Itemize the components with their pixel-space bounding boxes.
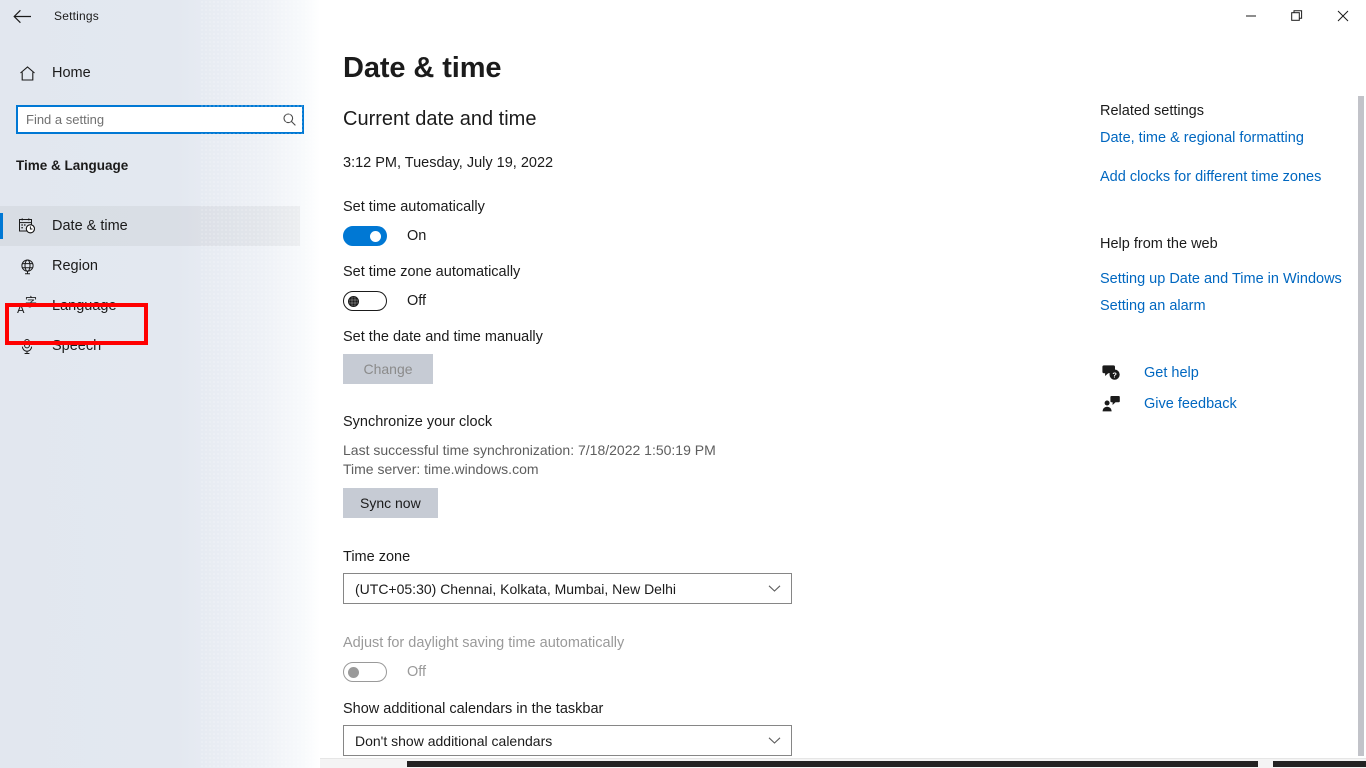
search-input[interactable] (18, 107, 276, 132)
selection-accent-bar (0, 213, 3, 239)
toggle-switch-off[interactable] (343, 291, 387, 311)
globe-icon (16, 258, 38, 275)
help-from-web-header: Help from the web (1100, 236, 1218, 252)
set-time-automatically-toggle[interactable]: On (343, 226, 426, 246)
set-manually-label: Set the date and time manually (343, 329, 543, 345)
vertical-scrollbar[interactable] (1358, 96, 1364, 756)
sidebar-item-home[interactable]: Home (0, 56, 300, 90)
sidebar-item-label: Language (52, 298, 117, 314)
additional-calendars-label: Show additional calendars in the taskbar (343, 701, 604, 717)
link-add-clocks-time-zones[interactable]: Add clocks for different time zones (1100, 169, 1321, 185)
app-title: Settings (54, 9, 99, 23)
sidebar-item-label: Region (52, 258, 98, 274)
language-icon: A 字 (17, 295, 37, 316)
last-sync-text: Last successful time synchronization: 7/… (343, 442, 716, 458)
chevron-down-icon (768, 584, 781, 593)
title-bar-left: Settings (0, 0, 320, 32)
sidebar-item-date-time[interactable]: Date & time (0, 206, 300, 246)
current-date-time-heading: Current date and time (343, 108, 537, 130)
get-help-label[interactable]: Get help (1144, 365, 1199, 381)
calendar-clock-icon (16, 217, 38, 235)
link-date-time-regional-formatting[interactable]: Date, time & regional formatting (1100, 130, 1304, 146)
change-button[interactable]: Change (343, 354, 433, 384)
window-controls (1228, 0, 1366, 32)
synchronize-clock-heading: Synchronize your clock (343, 414, 493, 430)
sidebar-item-speech[interactable]: Speech (0, 326, 300, 366)
back-arrow-icon[interactable] (0, 0, 44, 32)
time-zone-label: Time zone (343, 549, 411, 565)
help-bubble-icon: ? (1100, 364, 1122, 381)
give-feedback-label[interactable]: Give feedback (1144, 396, 1237, 412)
toggle-switch-off-disabled (343, 662, 387, 682)
additional-calendars-value: Don't show additional calendars (355, 732, 553, 749)
toggle-switch-on[interactable] (343, 226, 387, 246)
sidebar: Home Time & Language (0, 0, 320, 768)
close-icon[interactable] (1320, 0, 1366, 32)
page-title: Date & time (343, 52, 502, 84)
toggle-state-label: On (407, 228, 427, 244)
time-server-text: Time server: time.windows.com (343, 461, 539, 477)
sync-now-button[interactable]: Sync now (343, 488, 438, 518)
vertical-scrollbar-thumb[interactable] (1358, 96, 1364, 756)
sidebar-item-label: Date & time (52, 218, 128, 234)
time-zone-value: (UTC+05:30) Chennai, Kolkata, Mumbai, Ne… (355, 580, 676, 597)
sidebar-item-label: Speech (52, 338, 102, 354)
current-date-time-value: 3:12 PM, Tuesday, July 19, 2022 (343, 155, 554, 171)
search-box[interactable] (16, 105, 304, 134)
main-content: Date & time Current date and time 3:12 P… (320, 0, 1366, 768)
microphone-icon (16, 338, 38, 355)
minimize-icon[interactable] (1228, 0, 1274, 32)
horizontal-scrollbar-thumb-secondary[interactable] (1273, 761, 1366, 767)
link-setting-up-date-time[interactable]: Setting up Date and Time in Windows (1100, 271, 1342, 287)
toggle-state-label: Off (407, 664, 427, 680)
restore-icon[interactable] (1274, 0, 1320, 32)
daylight-saving-toggle: Off (343, 662, 426, 682)
horizontal-scrollbar-thumb[interactable] (407, 761, 1258, 767)
daylight-saving-label: Adjust for daylight saving time automati… (343, 635, 625, 651)
horizontal-scrollbar[interactable] (320, 758, 1366, 768)
get-help-row[interactable]: ? Get help (1100, 364, 1199, 381)
related-settings-header: Related settings (1100, 103, 1204, 119)
sidebar-item-language[interactable]: A 字 Language (0, 286, 300, 326)
sidebar-item-region[interactable]: Region (0, 246, 300, 286)
svg-text:?: ? (1112, 371, 1117, 380)
chevron-down-icon (768, 736, 781, 745)
set-timezone-automatically-toggle[interactable]: Off (343, 291, 426, 311)
toggle-knob (370, 231, 381, 242)
home-icon (16, 65, 38, 82)
settings-window: Home Time & Language (0, 0, 1366, 768)
additional-calendars-dropdown[interactable]: Don't show additional calendars (343, 725, 792, 756)
sidebar-group-header: Time & Language (16, 158, 129, 173)
title-bar: Settings (0, 0, 1366, 32)
give-feedback-row[interactable]: Give feedback (1100, 395, 1237, 412)
toggle-state-label: Off (407, 293, 427, 309)
link-setting-an-alarm[interactable]: Setting an alarm (1100, 298, 1206, 314)
search-icon[interactable] (276, 112, 302, 127)
feedback-person-icon (1100, 395, 1122, 412)
sidebar-nav: Date & time Region A 字 Language Speech (0, 206, 320, 366)
time-zone-dropdown[interactable]: (UTC+05:30) Chennai, Kolkata, Mumbai, Ne… (343, 573, 792, 604)
toggle-knob (348, 666, 359, 678)
set-time-automatically-label: Set time automatically (343, 199, 485, 215)
home-label: Home (52, 65, 91, 81)
toggle-knob (348, 295, 359, 307)
set-timezone-automatically-label: Set time zone automatically (343, 264, 521, 280)
